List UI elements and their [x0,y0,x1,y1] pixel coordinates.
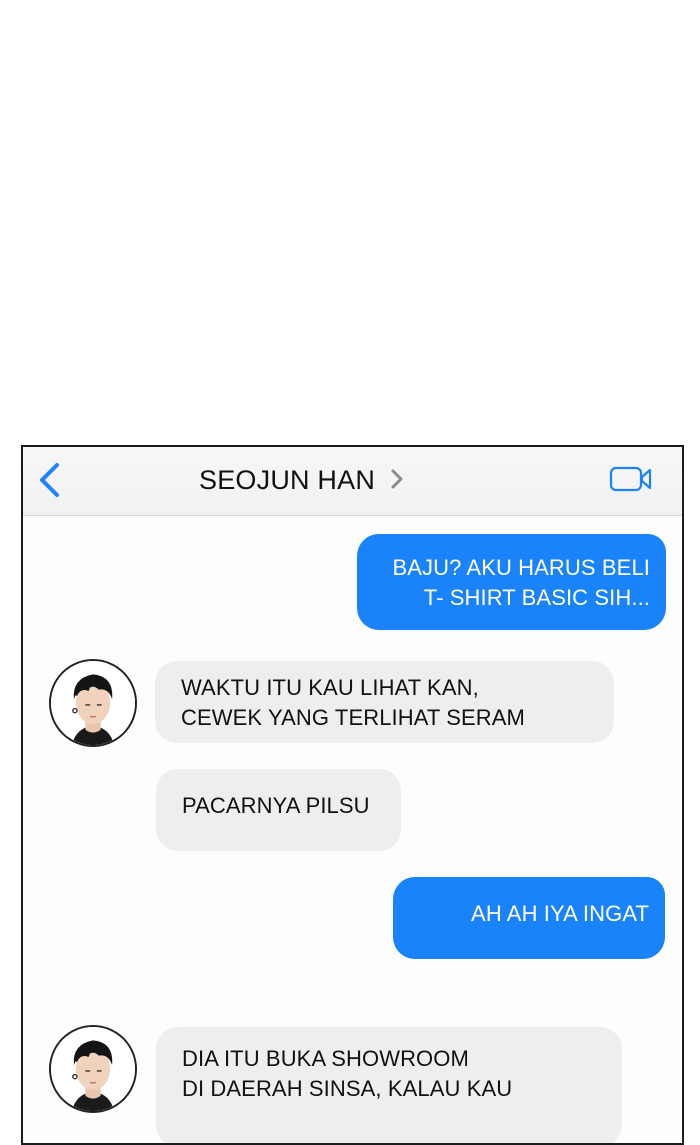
message-bubble-incoming[interactable]: WAKTU ITU KAU LIHAT KAN, CEWEK YANG TERL… [155,661,614,743]
message-line: WAKTU ITU KAU LIHAT KAN, [181,675,479,700]
message-line: T- SHIRT BASIC SIH... [423,585,650,610]
message-line: DIA ITU BUKA SHOWROOM [182,1046,469,1071]
avatar-portrait-icon [51,661,135,745]
message-bubble-outgoing[interactable]: AH AH IYA INGAT [393,877,665,959]
avatar[interactable] [49,659,137,747]
contact-name[interactable]: SEOJUN HAN [199,463,375,497]
chevron-left-icon[interactable] [37,461,63,499]
chevron-right-icon[interactable] [389,467,405,491]
message-line: PACARNYA PILSU [182,793,370,818]
video-camera-icon[interactable] [609,465,653,493]
avatar-portrait-icon [51,1027,135,1111]
message-line: CEWEK YANG TERLIHAT SERAM [181,705,525,730]
message-line: BAJU? AKU HARUS BELI [392,555,650,580]
message-bubble-outgoing[interactable]: BAJU? AKU HARUS BELI T- SHIRT BASIC SIH.… [357,534,666,630]
message-line: AH AH IYA INGAT [471,901,649,926]
message-bubble-incoming[interactable]: PACARNYA PILSU [156,769,401,851]
conversation-header: SEOJUN HAN [23,447,682,516]
messages-screen: SEOJUN HAN BAJU? AKU HARUS BELI T- SHIRT… [21,445,684,1145]
message-bubble-incoming[interactable]: DIA ITU BUKA SHOWROOM DI DAERAH SINSA, K… [156,1027,622,1143]
